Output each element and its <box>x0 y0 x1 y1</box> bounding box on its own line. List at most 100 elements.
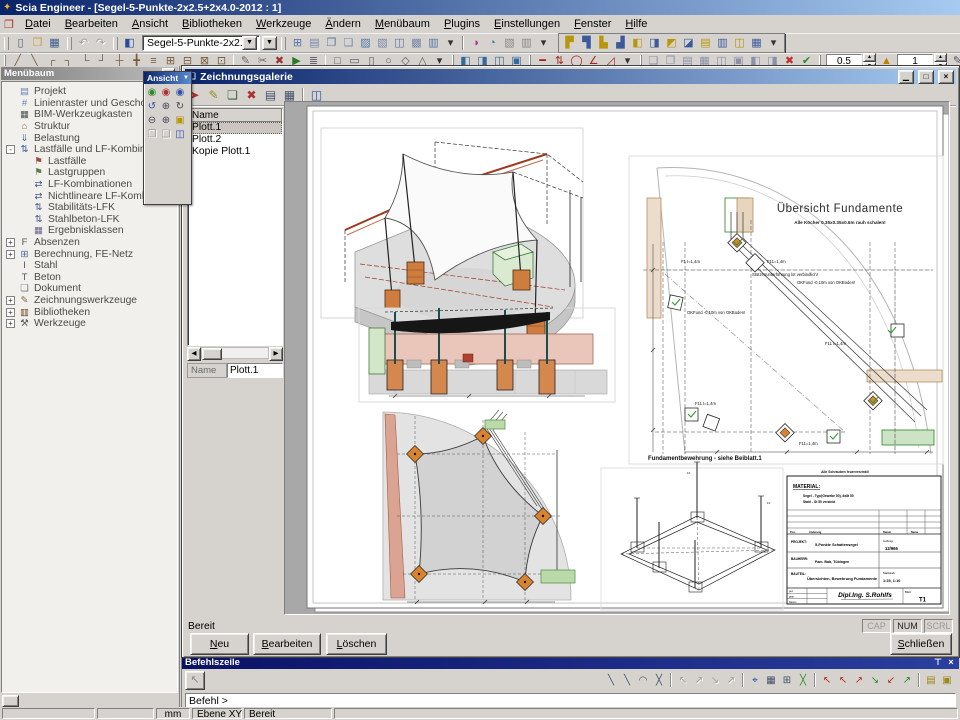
copy-icon[interactable]: ❏ <box>340 36 357 51</box>
snap-endpoint-icon[interactable]: ↖ <box>675 673 691 688</box>
maximize-icon[interactable]: □ <box>918 70 934 84</box>
select-cursor-icon[interactable]: ↖ <box>185 671 205 690</box>
snap-ortho-icon[interactable]: ↗ <box>723 673 739 688</box>
project-selector-combo[interactable]: Segel-5-Punkte-2x2.5 ▼ <box>142 35 260 51</box>
snap-segment-icon[interactable]: ╲ <box>619 673 635 688</box>
undo-icon[interactable]: ↶ <box>75 36 92 51</box>
plot-list[interactable]: Name Plott.1Plott.2Kopie Plott.1 <box>187 108 283 346</box>
delete-button[interactable]: Löschen <box>326 633 387 655</box>
pin-icon[interactable]: ⊤ <box>933 657 943 668</box>
tree-item-ergebnisklassen[interactable]: ▦Ergebnisklassen <box>2 225 177 237</box>
zoom-selection-icon[interactable]: ▥ <box>714 36 731 51</box>
zoom-fit-icon[interactable]: ▤ <box>697 36 714 51</box>
snap-mode-4-icon[interactable]: ↘ <box>867 673 883 688</box>
plot-list-hscrollbar[interactable]: ◀ ▶ <box>187 347 283 359</box>
snap-line-icon[interactable]: ╲ <box>603 673 619 688</box>
rotate-view-blue-icon[interactable]: ◉ <box>173 86 187 100</box>
storey-icon[interactable]: ▤ <box>306 36 323 51</box>
snap-grid-green-icon[interactable]: ╳ <box>795 673 811 688</box>
line-grid-icon[interactable]: ⊞ <box>289 36 306 51</box>
spin-up-icon[interactable]: ▲ <box>934 53 947 62</box>
edit-button[interactable]: Bearbeiten <box>253 633 321 655</box>
menu-plugins[interactable]: Plugins <box>437 16 487 32</box>
shaded-view-icon[interactable]: ▜ <box>578 36 595 51</box>
new-plot-icon[interactable]: ❏ <box>223 87 242 104</box>
layers-icon[interactable]: ▧ <box>374 36 391 51</box>
toolbar-grip[interactable] <box>4 37 9 50</box>
menu-menübaum[interactable]: Menübaum <box>368 16 437 32</box>
scrollbar-thumb[interactable] <box>202 348 222 360</box>
toolbar-grip[interactable] <box>113 37 118 50</box>
tree-expander-icon[interactable]: + <box>6 250 15 259</box>
edit-plot-icon[interactable]: ✎ <box>204 87 223 104</box>
child-window-icon[interactable]: ❐ <box>0 18 18 31</box>
hidden-line-view-icon[interactable]: ▙ <box>595 36 612 51</box>
dot-grid-icon[interactable]: ▦ <box>763 673 779 688</box>
snap-tangent-icon[interactable]: ↘ <box>707 673 723 688</box>
title-bar[interactable]: ✦ Scia Engineer - [Segel-5-Punkte-2x2.5+… <box>0 0 960 15</box>
view-y-icon[interactable]: ◨ <box>646 36 663 51</box>
more-icon[interactable]: ▾ <box>442 36 459 51</box>
coord-system-icon[interactable]: ↺ <box>145 100 159 114</box>
new-button[interactable]: Neu <box>190 633 249 655</box>
ansicht-palette-header[interactable]: Ansicht ▼ <box>144 72 191 84</box>
view-z-icon[interactable]: ◩ <box>663 36 680 51</box>
scrollbar-track[interactable] <box>201 347 269 359</box>
tree-item-werkzeuge[interactable]: +⚒Werkzeuge <box>2 318 177 330</box>
menu-bearbeiten[interactable]: Bearbeiten <box>58 16 125 32</box>
clip-box-icon[interactable]: ◫ <box>731 36 748 51</box>
prev-view-icon[interactable]: ❐ <box>145 128 159 142</box>
tree-item-beton[interactable]: TBeton <box>2 272 177 284</box>
menu-ändern[interactable]: Ändern <box>318 16 367 32</box>
units-cell[interactable]: mm <box>156 708 190 719</box>
plot-list-item-plott-1[interactable]: Plott.1 <box>188 122 282 134</box>
save-project-icon[interactable]: ▦ <box>46 36 63 51</box>
view-params-icon[interactable]: ▩ <box>408 36 425 51</box>
tree-expander-icon[interactable]: + <box>6 238 15 247</box>
gallery-title-bar[interactable]: ❏ Zeichnungsgalerie ▁ □ × <box>185 69 956 84</box>
tree-item-zeichnungswerkzeuge[interactable]: +✎Zeichnungswerkzeuge <box>2 295 177 307</box>
snap-intersection-icon[interactable]: ╳ <box>651 673 667 688</box>
line-grid-icon[interactable]: ⊞ <box>779 673 795 688</box>
gallery-icon[interactable]: ◑ <box>467 36 484 51</box>
snap-mode-5-icon[interactable]: ↙ <box>883 673 899 688</box>
tree-item-stahl[interactable]: IStahl <box>2 260 177 272</box>
solid-view-icon[interactable]: ▟ <box>612 36 629 51</box>
tree-item-absenzen[interactable]: +FAbsenzen <box>2 237 177 249</box>
tree-item-bibliotheken[interactable]: +▥Bibliotheken <box>2 306 177 318</box>
drawing-canvas[interactable]: Übersicht Fundamente Alle Köcher 0.35x0.… <box>284 101 950 615</box>
tree-expander-icon[interactable]: - <box>6 145 15 154</box>
zoom-in-icon[interactable]: ⊕ <box>159 114 173 128</box>
plot-name-input[interactable] <box>227 363 283 378</box>
open-library-icon[interactable]: ❐ <box>323 36 340 51</box>
combo-more-icon[interactable]: ▼ <box>262 36 277 50</box>
view-x-icon[interactable]: ◧ <box>629 36 646 51</box>
snap-mode-1-icon[interactable]: ↖ <box>819 673 835 688</box>
menu-hilfe[interactable]: Hilfe <box>618 16 654 32</box>
print-data-icon[interactable]: ▥ <box>425 36 442 51</box>
plot-list-item-plott-2[interactable]: Plott.2 <box>188 134 282 146</box>
close-button[interactable]: Schließen <box>890 633 952 655</box>
rotate-view-red-icon[interactable]: ◉ <box>159 86 173 100</box>
menu-ansicht[interactable]: Ansicht <box>125 16 175 32</box>
more-icon[interactable]: ▾ <box>765 36 782 51</box>
plot-list-item-kopie-plott-1[interactable]: Kopie Plott.1 <box>188 146 282 158</box>
menu-werkzeuge[interactable]: Werkzeuge <box>249 16 318 32</box>
toolbar-grip[interactable] <box>281 37 286 50</box>
calculator-icon[interactable]: ▧ <box>501 36 518 51</box>
rotate-view-green-icon[interactable]: ◉ <box>145 86 159 100</box>
delete-plot-icon[interactable]: ✖ <box>242 87 261 104</box>
report-icon[interactable]: ▥ <box>518 36 535 51</box>
zoom-out-icon[interactable]: ⊖ <box>145 114 159 128</box>
scroll-right-icon[interactable]: ▶ <box>269 347 283 361</box>
minimize-icon[interactable]: ▁ <box>898 70 914 84</box>
plot-list-header[interactable]: Name <box>188 109 282 122</box>
scroll-left-icon[interactable]: ◀ <box>187 347 201 361</box>
plane-cell[interactable]: Ebene XY <box>192 708 242 719</box>
next-view-icon[interactable]: ❑ <box>159 128 173 142</box>
ucs-icon[interactable]: ▣ <box>939 673 955 688</box>
tree-item-stahlbeton-lfk[interactable]: ⇅Stahlbeton-LFK <box>2 214 177 226</box>
more-icon[interactable]: ▾ <box>535 36 552 51</box>
tree-expander-icon[interactable]: + <box>6 296 15 305</box>
cursor-snap-icon[interactable]: ⌖ <box>747 673 763 688</box>
